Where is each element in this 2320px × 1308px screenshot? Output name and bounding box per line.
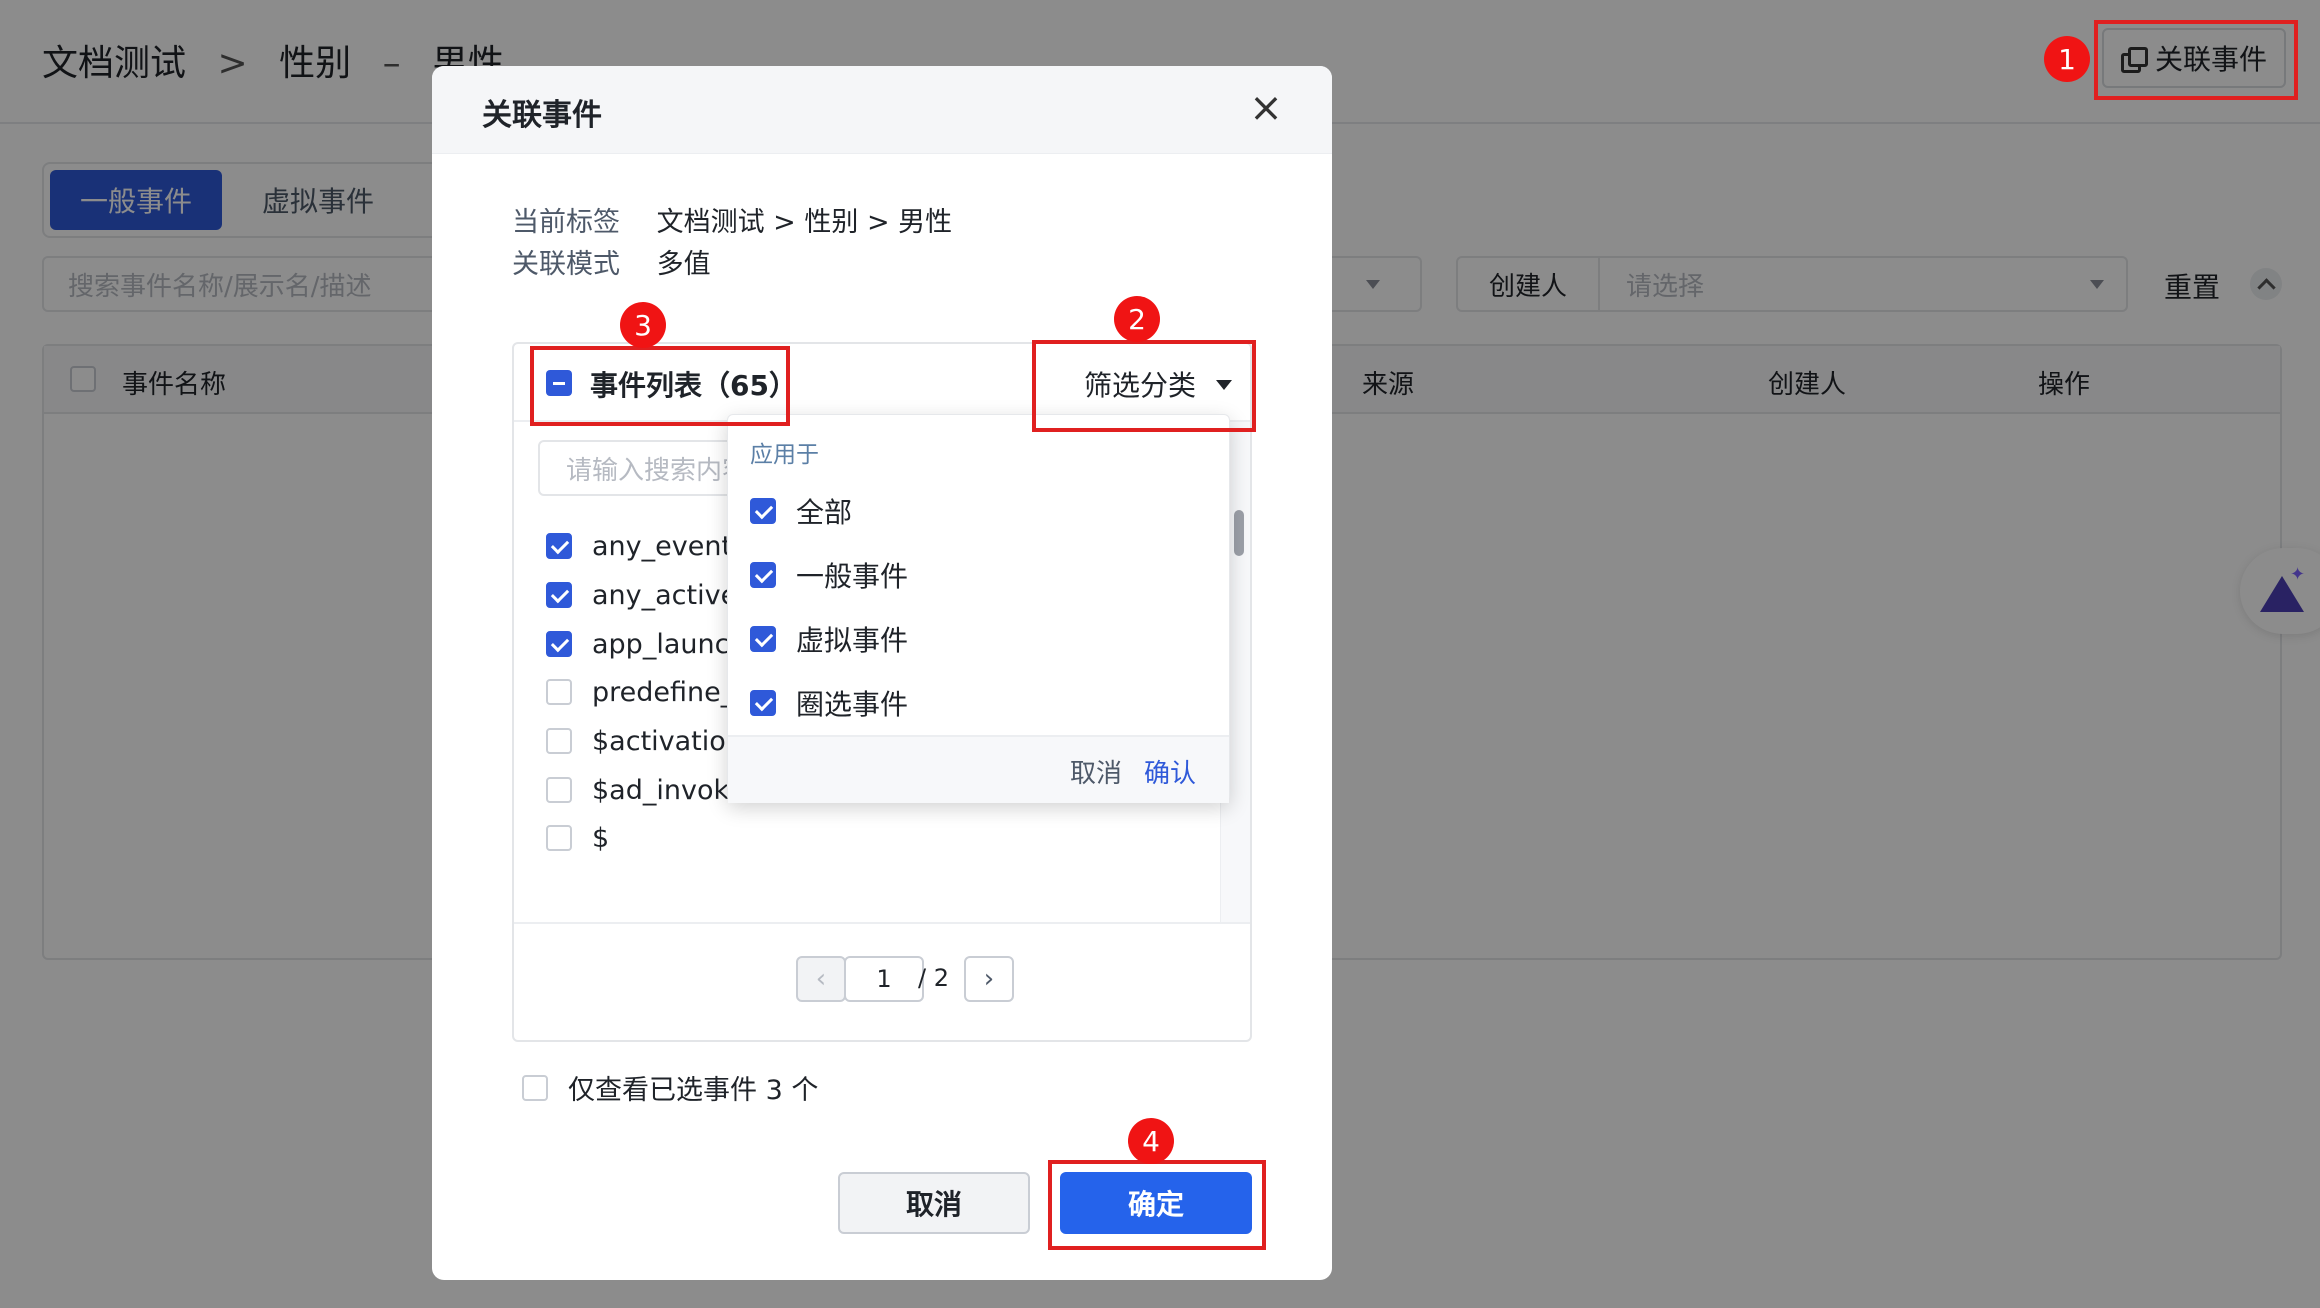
current-tag-label: 当前标签: [512, 207, 620, 238]
only-selected-checkbox[interactable]: [522, 1074, 548, 1101]
filter-checkbox[interactable]: [750, 562, 776, 588]
filter-category-dropdown: 应用于 全部 一般事件 虚拟事件 圈选事件 取消 确认: [727, 414, 1230, 803]
link-mode-row: 关联模式 多值: [512, 242, 711, 281]
event-name: $activation: [592, 725, 743, 757]
list-item[interactable]: predefine_p: [546, 672, 751, 712]
event-checkbox[interactable]: [546, 777, 572, 803]
filter-option-label: 全部: [796, 496, 853, 529]
event-name: any_event: [592, 530, 733, 562]
dropdown-footer: 取消 确认: [728, 735, 1229, 803]
dropdown-confirm-button[interactable]: 确认: [1144, 753, 1196, 790]
page-number-input[interactable]: 1: [844, 956, 924, 1002]
filter-checkbox[interactable]: [750, 690, 776, 716]
only-selected-label: 仅查看已选事件 3 个: [568, 1075, 819, 1106]
dropdown-cancel-button[interactable]: 取消: [1070, 753, 1122, 790]
link-mode-label: 关联模式: [512, 249, 620, 280]
filter-option-label: 圈选事件: [796, 688, 909, 721]
pagination: ‹ 1 / 2 ›: [514, 922, 1250, 1042]
filter-option-label: 虚拟事件: [796, 624, 909, 657]
filter-option-general[interactable]: 一般事件: [750, 555, 908, 595]
annotation-box-2: [1032, 340, 1256, 432]
event-checkbox[interactable]: [546, 728, 572, 754]
annotation-badge-1: 1: [2044, 36, 2090, 82]
list-item[interactable]: $: [546, 818, 609, 858]
annotation-box-1: [2094, 20, 2298, 100]
modal-header: 关联事件 ×: [432, 66, 1332, 154]
link-mode-value: 多值: [656, 249, 711, 280]
scrollbar-thumb[interactable]: [1234, 510, 1244, 556]
event-name: $: [592, 822, 610, 854]
list-item[interactable]: any_event: [546, 526, 732, 566]
list-item[interactable]: app_launch: [546, 624, 747, 664]
list-item[interactable]: any_active_: [546, 575, 751, 615]
annotation-badge-3: 3: [620, 302, 666, 348]
list-item[interactable]: $ad_invoke: [546, 770, 745, 810]
filter-option-circle-select[interactable]: 圈选事件: [750, 683, 908, 723]
annotation-badge-2: 2: [1114, 296, 1160, 342]
event-checkbox[interactable]: [546, 825, 572, 851]
close-icon[interactable]: ×: [1246, 88, 1286, 128]
filter-checkbox[interactable]: [750, 626, 776, 652]
list-item[interactable]: $activation: [546, 721, 743, 761]
event-name: app_launch: [592, 628, 747, 660]
event-checkbox[interactable]: [546, 679, 572, 705]
dropdown-section-title: 应用于: [750, 442, 819, 468]
current-tag-row: 当前标签 文档测试 > 性别 > 男性: [512, 200, 952, 239]
filter-option-virtual[interactable]: 虚拟事件: [750, 619, 908, 659]
annotation-badge-4: 4: [1128, 1118, 1174, 1164]
annotation-box-3: [530, 346, 790, 426]
filter-checkbox[interactable]: [750, 498, 776, 524]
page-total: / 2: [918, 964, 949, 992]
modal-title: 关联事件: [482, 98, 602, 133]
filter-option-label: 一般事件: [796, 560, 909, 593]
cancel-button[interactable]: 取消: [838, 1172, 1030, 1234]
event-checkbox[interactable]: [546, 631, 572, 657]
filter-option-all[interactable]: 全部: [750, 491, 852, 531]
next-page-button[interactable]: ›: [964, 956, 1014, 1002]
event-checkbox[interactable]: [546, 533, 572, 559]
current-tag-value: 文档测试 > 性别 > 男性: [656, 207, 953, 238]
event-checkbox[interactable]: [546, 582, 572, 608]
annotation-box-4: [1048, 1160, 1266, 1250]
prev-page-button[interactable]: ‹: [796, 956, 846, 1002]
only-selected-toggle[interactable]: 仅查看已选事件 3 个: [522, 1068, 818, 1107]
event-name: $ad_invoke: [592, 774, 745, 806]
